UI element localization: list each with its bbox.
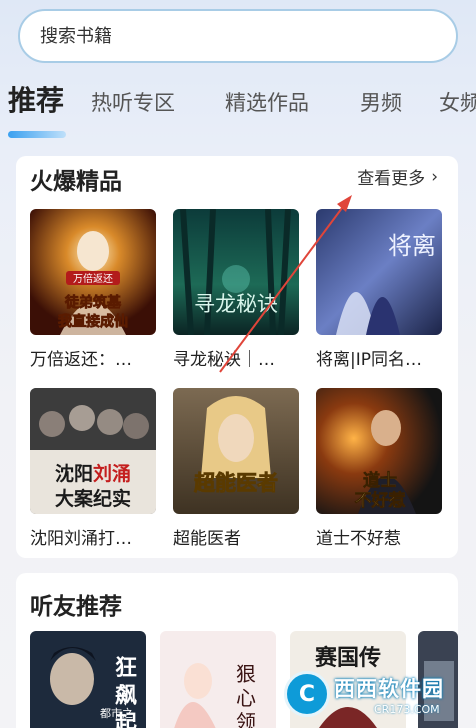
svg-text:领: 领 [236, 710, 256, 728]
cover-tag-text: 都市之 [100, 706, 133, 720]
cover-tag-text: 万倍返还 [73, 272, 113, 285]
book-item[interactable]: 寻龙秘诀 寻龙秘诀｜… [173, 209, 299, 370]
book-cover[interactable]: 超能医者 [173, 388, 299, 514]
svg-text:狂: 狂 [115, 656, 137, 681]
book-title: 寻龙秘诀｜… [173, 350, 275, 370]
svg-text:狠: 狠 [236, 662, 256, 686]
friends-section-title: 听友推荐 [30, 594, 122, 620]
book-title: 将离|IP同名… [316, 350, 422, 370]
featured-section-title: 火爆精品 [30, 169, 122, 195]
book-title: 万倍返还：… [30, 350, 132, 370]
tab-recommend[interactable]: 推荐 [8, 76, 64, 126]
book-cover[interactable]: 赛国传 [290, 631, 406, 728]
book-item[interactable]: 沈阳刘涌 大案纪实 沈阳刘涌打… [30, 388, 156, 549]
svg-text:不好惹: 不好惹 [355, 490, 406, 511]
book-cover[interactable]: 道士 不好惹 [316, 388, 442, 514]
book-cover[interactable] [418, 631, 458, 728]
svg-text:心: 心 [236, 686, 256, 710]
book-cover[interactable]: 寻龙秘诀 [173, 209, 299, 335]
svg-text:徒弟筑基: 徒弟筑基 [64, 294, 122, 311]
tab-female[interactable]: 女频 [439, 78, 476, 128]
book-item[interactable]: 超能医者 超能医者 [173, 388, 299, 549]
book-cover[interactable]: 狠 心 领 [160, 631, 276, 728]
book-title: 沈阳刘涌打… [30, 529, 132, 549]
book-cover[interactable]: 狂 飙 起 都市之 [30, 631, 146, 728]
search-bar[interactable] [18, 9, 458, 63]
tab-featured-works[interactable]: 精选作品 [225, 78, 309, 128]
book-item[interactable]: 道士 不好惹 道士不好惹 [316, 388, 442, 549]
svg-text:大案纪实: 大案纪实 [55, 487, 131, 510]
book-cover[interactable]: 将离 [316, 209, 442, 335]
svg-text:道士: 道士 [363, 470, 397, 491]
svg-text:沈阳刘涌: 沈阳刘涌 [55, 462, 131, 485]
book-item[interactable]: 万倍返还 徒弟筑基 我直接成仙 万倍返还：… [30, 209, 156, 370]
see-more-label: 查看更多 [357, 169, 426, 189]
cover-title-text: 超能医者 [194, 471, 278, 495]
book-cover[interactable]: 沈阳刘涌 大案纪实 [30, 388, 156, 514]
book-item[interactable]: 将离 将离|IP同名… [316, 209, 442, 370]
cover-title-text: 寻龙秘诀 [194, 292, 278, 316]
search-input[interactable] [40, 25, 420, 47]
category-tabs: 推荐 热听专区 精选作品 男频 女频 [0, 76, 476, 136]
friends-recommend-section: 听友推荐 狂 飙 起 都市之 狠 心 领 赛国传 [16, 573, 458, 728]
book-title: 超能医者 [173, 529, 241, 549]
tab-male[interactable]: 男频 [360, 78, 402, 128]
see-more-button[interactable]: 查看更多 › [357, 164, 438, 190]
book-title: 道士不好惹 [316, 529, 401, 549]
svg-text:飙: 飙 [115, 684, 137, 709]
tab-hot-listening[interactable]: 热听专区 [91, 78, 175, 128]
book-cover[interactable]: 万倍返还 徒弟筑基 我直接成仙 [30, 209, 156, 335]
tab-active-indicator [8, 131, 66, 138]
svg-text:赛国传: 赛国传 [314, 645, 381, 671]
cover-title-text: 将离 [388, 232, 436, 260]
svg-text:我直接成仙: 我直接成仙 [58, 313, 128, 330]
featured-section: 火爆精品 查看更多 › 万倍返还 徒弟筑基 我直接成仙 万倍返还：… 寻龙秘诀 … [16, 156, 458, 558]
chevron-right-icon: › [431, 166, 438, 187]
